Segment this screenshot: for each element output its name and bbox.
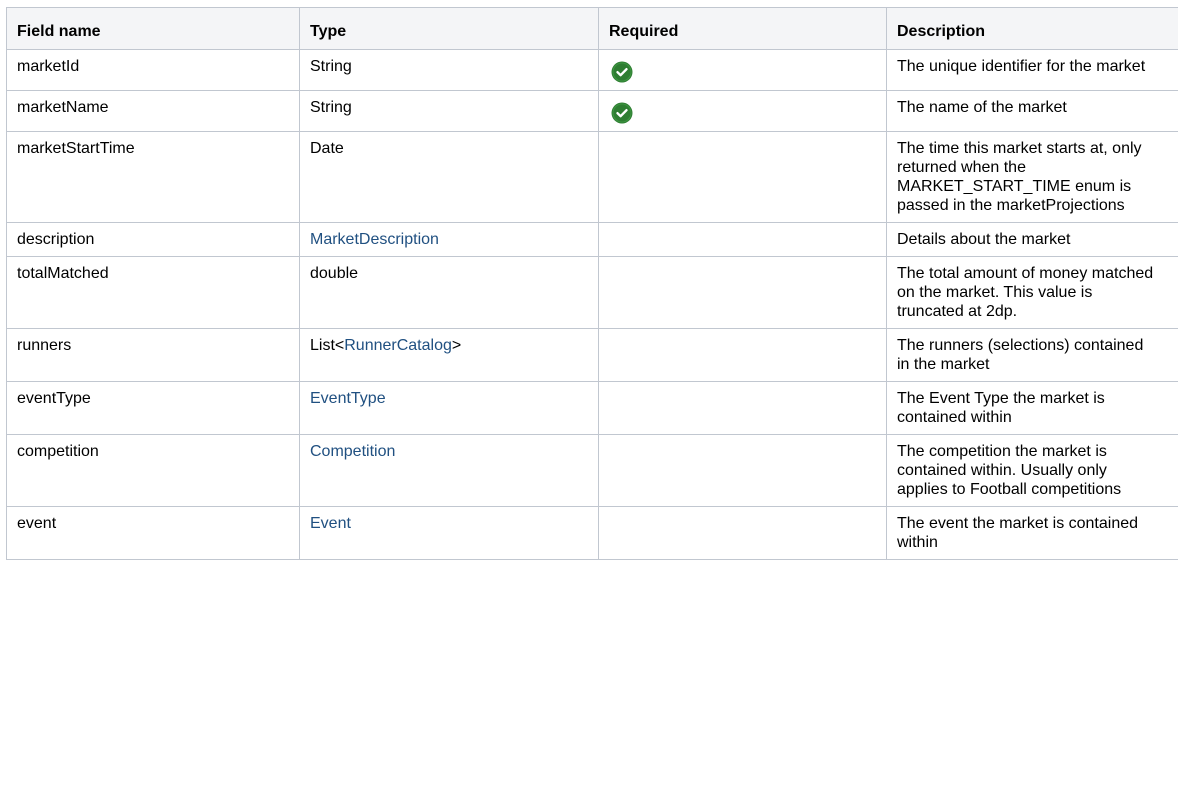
table-row: eventType EventType The Event Type the mar… [6,381,1178,435]
field-name-cell: marketStartTime [6,131,300,223]
description-cell: The total amount of money matched on the… [886,256,1178,329]
type-prefix: List< [310,337,345,354]
type-text: double [310,265,359,282]
required-cell [598,90,887,132]
type-cell: Competition [299,434,599,507]
description-text: The time this market starts at, only ret… [897,140,1142,214]
type-cell: EventType [299,381,599,435]
table-header-row: Field name Type Required Description [6,7,1178,50]
field-name-cell: marketId [6,49,300,91]
type-cell: Date [299,131,599,223]
page: Field name Type Required Description mar… [0,0,1178,800]
description-cell: The unique identifier for the market [886,49,1178,91]
table-row: runners List<RunnerCatalog> The runners (s… [6,328,1178,382]
table-row: marketId String The unique identifier for … [6,49,1178,91]
required-cell [598,506,887,560]
type-cell: double [299,256,599,329]
header-type: Type [299,7,599,50]
required-cell [598,381,887,435]
description-text: The competition the market is contained … [897,443,1122,498]
description-text: The unique identifier for the market [897,58,1146,75]
check-circle-icon [611,102,633,124]
table-row: totalMatched double The total amount of mo… [6,256,1178,329]
description-cell: The time this market starts at, only ret… [886,131,1178,223]
type-text: String [310,58,352,75]
description-cell: The name of the market [886,90,1178,132]
description-text: The total amount of money matched on the… [897,265,1154,320]
required-cell [598,49,887,91]
field-name-cell: event [6,506,300,560]
type-link[interactable]: MarketDescription [310,231,439,248]
field-table: Field name Type Required Description mar… [6,7,1178,560]
field-name-cell: marketName [6,90,300,132]
header-description: Description [886,7,1178,50]
description-cell: The event the market is contained within [886,506,1178,560]
field-name-cell: runners [6,328,300,382]
table-row: competition Competition The competition th… [6,434,1178,507]
type-cell: Event [299,506,599,560]
description-text: Details about the market [897,231,1071,248]
type-link[interactable]: Event [310,515,351,532]
type-cell: String [299,90,599,132]
description-cell: The competition the market is contained … [886,434,1178,507]
type-text: String [310,99,352,116]
description-cell: The Event Type the market is contained w… [886,381,1178,435]
description-text: The runners (selections) contained in th… [897,337,1144,373]
description-text: The event the market is contained within [897,515,1139,551]
header-required: Required [598,7,887,50]
type-link[interactable]: EventType [310,390,386,407]
field-name-cell: description [6,222,300,257]
table-row: marketName String The name of the market [6,90,1178,132]
type-link[interactable]: RunnerCatalog [344,337,452,354]
type-cell: String [299,49,599,91]
required-cell [598,256,887,329]
description-cell: Details about the market [886,222,1178,257]
type-cell: MarketDescription [299,222,599,257]
table-row: marketStartTime Date The time this market … [6,131,1178,223]
required-cell [598,328,887,382]
field-name-cell: competition [6,434,300,507]
field-name-cell: eventType [6,381,300,435]
required-cell [598,434,887,507]
check-circle-icon [611,61,633,83]
description-cell: The runners (selections) contained in th… [886,328,1178,382]
type-text: Date [310,140,344,157]
header-field-name: Field name [6,7,300,50]
table-row: description MarketDescription Details abou… [6,222,1178,257]
description-text: The name of the market [897,99,1067,116]
field-name-cell: totalMatched [6,256,300,329]
required-cell [598,222,887,257]
description-text: The Event Type the market is contained w… [897,390,1105,426]
type-suffix: > [451,337,462,354]
type-cell: List<RunnerCatalog> [299,328,599,382]
required-cell [598,131,887,223]
type-link[interactable]: Competition [310,443,395,460]
table-row: event Event The event the market is contai… [6,506,1178,560]
